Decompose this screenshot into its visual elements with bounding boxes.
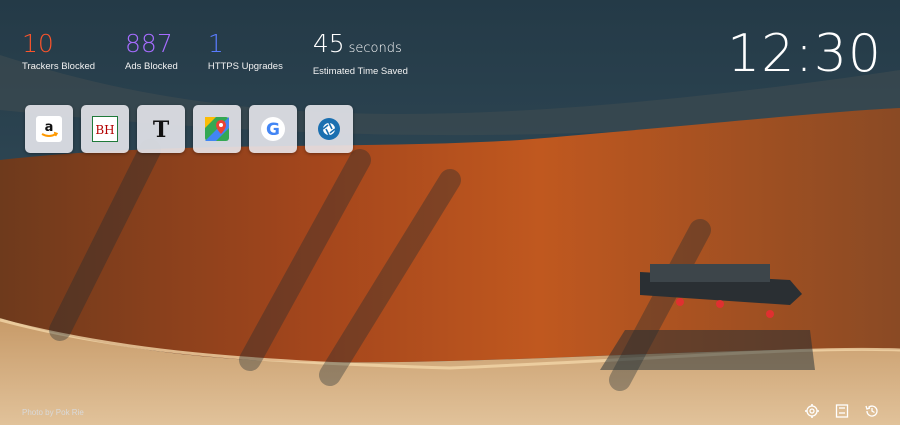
top-site-google-maps[interactable]	[193, 105, 241, 153]
google-logo-icon: G	[261, 117, 285, 141]
nytimes-logo-icon: T	[153, 117, 170, 142]
aperture-icon	[318, 118, 340, 140]
bottom-toolbar	[804, 403, 880, 419]
trackers-blocked-label: Trackers Blocked	[22, 61, 96, 72]
time-saved-unit: seconds	[348, 41, 402, 56]
amazon-logo-icon: a	[36, 116, 62, 142]
history-button[interactable]	[864, 403, 880, 419]
stat-time-saved: 45 seconds Estimated Time Saved	[312, 30, 408, 78]
nytimes-logo-text: T	[153, 117, 170, 142]
top-sites: a BH T G	[25, 105, 353, 153]
photo-credit: Photo by Pok Rie	[22, 408, 84, 417]
clock: 12:30	[727, 24, 882, 84]
https-upgrades-count: 1	[207, 29, 224, 58]
svg-text:a: a	[45, 120, 54, 135]
stat-https-upgrades: 1 HTTPS Upgrades	[208, 30, 283, 77]
ads-blocked-label: Ads Blocked	[125, 61, 178, 72]
ads-blocked-count: 887	[125, 29, 173, 58]
top-site-nytimes[interactable]: T	[137, 105, 185, 153]
gear-icon	[805, 404, 819, 418]
time-saved-label: Estimated Time Saved	[312, 66, 408, 77]
stat-ads-blocked: 887 Ads Blocked	[125, 30, 178, 77]
bookmarks-button[interactable]	[834, 403, 850, 419]
top-site-bh[interactable]: BH	[81, 105, 129, 153]
stats-panel: 10 Trackers Blocked 887 Ads Blocked 1 HT…	[22, 30, 438, 78]
bh-logo-text: BH	[95, 123, 114, 137]
maps-pin-icon	[205, 117, 229, 141]
bookmark-icon	[835, 404, 849, 418]
history-icon	[865, 405, 878, 417]
https-upgrades-label: HTTPS Upgrades	[207, 61, 283, 72]
time-saved-count: 45 seconds	[313, 30, 408, 63]
settings-button[interactable]	[804, 403, 820, 419]
trackers-blocked-count: 10	[22, 29, 54, 58]
google-logo-text: G	[266, 120, 280, 140]
stat-trackers-blocked: 10 Trackers Blocked	[22, 30, 95, 77]
top-site-shutter[interactable]	[305, 105, 353, 153]
bh-logo-icon: BH	[92, 116, 118, 142]
top-site-google[interactable]: G	[249, 105, 297, 153]
time-saved-value: 45	[312, 29, 345, 58]
top-site-amazon[interactable]: a	[25, 105, 73, 153]
